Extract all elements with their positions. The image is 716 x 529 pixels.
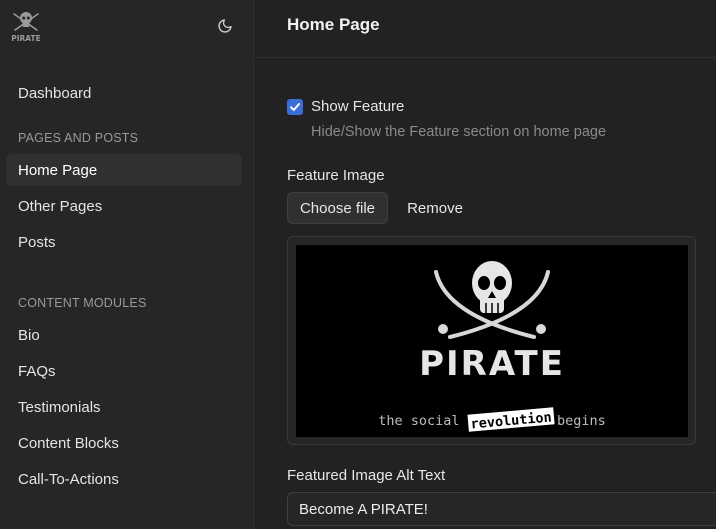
sidebar-item-testimonials[interactable]: Testimonials <box>6 391 242 423</box>
show-feature-checkbox[interactable] <box>287 99 303 115</box>
feature-image-label: Feature Image <box>287 167 385 184</box>
section-title-pages-and-posts: PAGES AND POSTS <box>18 131 139 145</box>
sidebar-item-faqs[interactable]: FAQs <box>6 355 242 387</box>
sidebar-item-bio[interactable]: Bio <box>6 319 242 351</box>
sidebar-item-content-blocks[interactable]: Content Blocks <box>6 427 242 459</box>
sidebar-item-other-pages[interactable]: Other Pages <box>6 190 242 222</box>
feature-image-preview: PIRATE the social revolution begins revo… <box>296 245 688 437</box>
app: PIRATE Dashboard PAGES AND POSTS Home Pa… <box>0 0 716 529</box>
sidebar: PIRATE Dashboard PAGES AND POSTS Home Pa… <box>0 0 254 529</box>
page-header: Home Page <box>255 0 716 58</box>
show-feature-help-text: Hide/Show the Feature section on home pa… <box>311 124 607 140</box>
sidebar-item-call-to-actions[interactable]: Call-To-Actions <box>6 463 242 495</box>
pirate-banner-image: PIRATE the social revolution begins revo… <box>296 245 688 437</box>
feature-image-preview-frame: PIRATE the social revolution begins revo… <box>287 236 696 445</box>
pirate-skull-logo-icon: PIRATE <box>11 12 41 43</box>
moon-icon <box>218 19 232 33</box>
sidebar-item-posts[interactable]: Posts <box>6 226 242 258</box>
section-title-content-modules: CONTENT MODULES <box>18 296 147 310</box>
checkmark-icon <box>290 103 300 111</box>
pirate-logo[interactable]: PIRATE <box>6 8 46 44</box>
choose-file-button[interactable]: Choose file <box>287 192 388 224</box>
logo-text: PIRATE <box>11 34 41 43</box>
alt-text-input[interactable] <box>287 492 716 526</box>
alt-text-label: Featured Image Alt Text <box>287 467 446 484</box>
page-title: Home Page <box>287 15 380 34</box>
remove-image-button[interactable]: Remove <box>397 192 473 224</box>
sidebar-item-dashboard[interactable]: Dashboard <box>6 77 242 109</box>
show-feature-label[interactable]: Show Feature <box>311 98 404 115</box>
main-content: Home Page Show Feature Hide/Show the Fea… <box>255 0 716 529</box>
theme-toggle-button[interactable] <box>214 15 236 37</box>
banner-brand-text: PIRATE <box>419 344 565 384</box>
sidebar-item-home-page[interactable]: Home Page <box>6 154 242 186</box>
